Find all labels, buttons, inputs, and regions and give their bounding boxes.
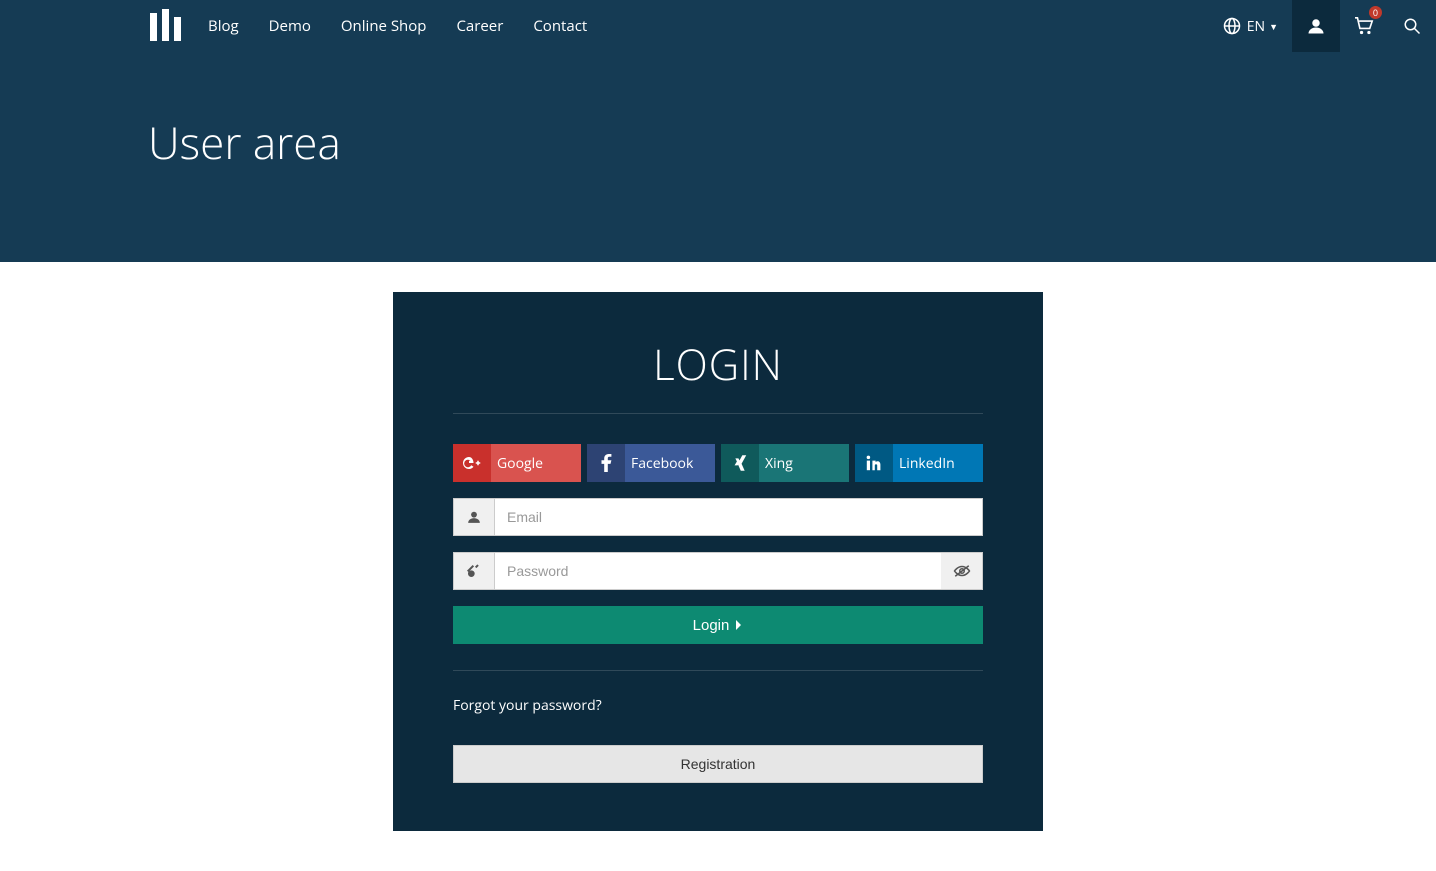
login-facebook-button[interactable]: Facebook xyxy=(587,444,715,482)
login-button[interactable]: Login xyxy=(453,606,983,644)
nav-demo[interactable]: Demo xyxy=(269,16,311,36)
top-nav: Blog Demo Online Shop Career Contact EN … xyxy=(0,0,1436,52)
login-xing-button[interactable]: Xing xyxy=(721,444,849,482)
search-icon xyxy=(1403,17,1421,35)
registration-button[interactable]: Registration xyxy=(453,745,983,783)
nav-career[interactable]: Career xyxy=(456,16,503,36)
linkedin-label: LinkedIn xyxy=(893,454,983,473)
nav-online-shop[interactable]: Online Shop xyxy=(341,16,427,36)
social-login-row: Google Facebook Xing LinkedIn xyxy=(453,444,983,482)
chevron-right-icon xyxy=(735,619,743,631)
google-plus-icon xyxy=(453,444,491,482)
facebook-icon xyxy=(587,444,625,482)
linkedin-icon xyxy=(855,444,893,482)
globe-icon xyxy=(1223,17,1241,35)
language-selector[interactable]: EN ▼ xyxy=(1209,0,1292,52)
forgot-password-link[interactable]: Forgot your password? xyxy=(453,696,602,715)
xing-label: Xing xyxy=(759,454,849,473)
nav-left: Blog Demo Online Shop Career Contact xyxy=(148,0,617,52)
password-row xyxy=(453,552,983,590)
divider xyxy=(453,670,983,671)
login-button-label: Login xyxy=(693,617,730,634)
nav-right: EN ▼ 0 xyxy=(1209,0,1436,52)
nav-contact[interactable]: Contact xyxy=(533,16,587,36)
facebook-label: Facebook xyxy=(625,454,715,473)
page-title: User area xyxy=(148,112,1436,172)
main-content: LOGIN Google Facebook Xing xyxy=(0,262,1436,871)
google-label: Google xyxy=(491,454,581,473)
cart-badge: 0 xyxy=(1369,6,1382,19)
eye-slash-icon xyxy=(953,564,971,578)
password-field[interactable] xyxy=(495,552,941,590)
chevron-down-icon: ▼ xyxy=(1269,20,1278,33)
nav-blog[interactable]: Blog xyxy=(208,16,239,36)
key-icon xyxy=(453,552,495,590)
login-linkedin-button[interactable]: LinkedIn xyxy=(855,444,983,482)
search-button[interactable] xyxy=(1388,0,1436,52)
xing-icon xyxy=(721,444,759,482)
email-field[interactable] xyxy=(495,498,983,536)
logo-icon xyxy=(148,7,184,45)
cart-button[interactable]: 0 xyxy=(1340,0,1388,52)
login-google-button[interactable]: Google xyxy=(453,444,581,482)
user-account-button[interactable] xyxy=(1292,0,1340,52)
login-heading: LOGIN xyxy=(453,336,983,414)
email-row xyxy=(453,498,983,536)
login-card: LOGIN Google Facebook Xing xyxy=(393,292,1043,831)
language-label: EN xyxy=(1247,17,1265,36)
hero-banner: User area xyxy=(0,52,1436,262)
logo[interactable] xyxy=(148,6,184,46)
user-icon xyxy=(453,498,495,536)
cart-icon xyxy=(1354,17,1374,35)
user-icon xyxy=(1307,17,1325,35)
toggle-password-visibility[interactable] xyxy=(941,552,983,590)
